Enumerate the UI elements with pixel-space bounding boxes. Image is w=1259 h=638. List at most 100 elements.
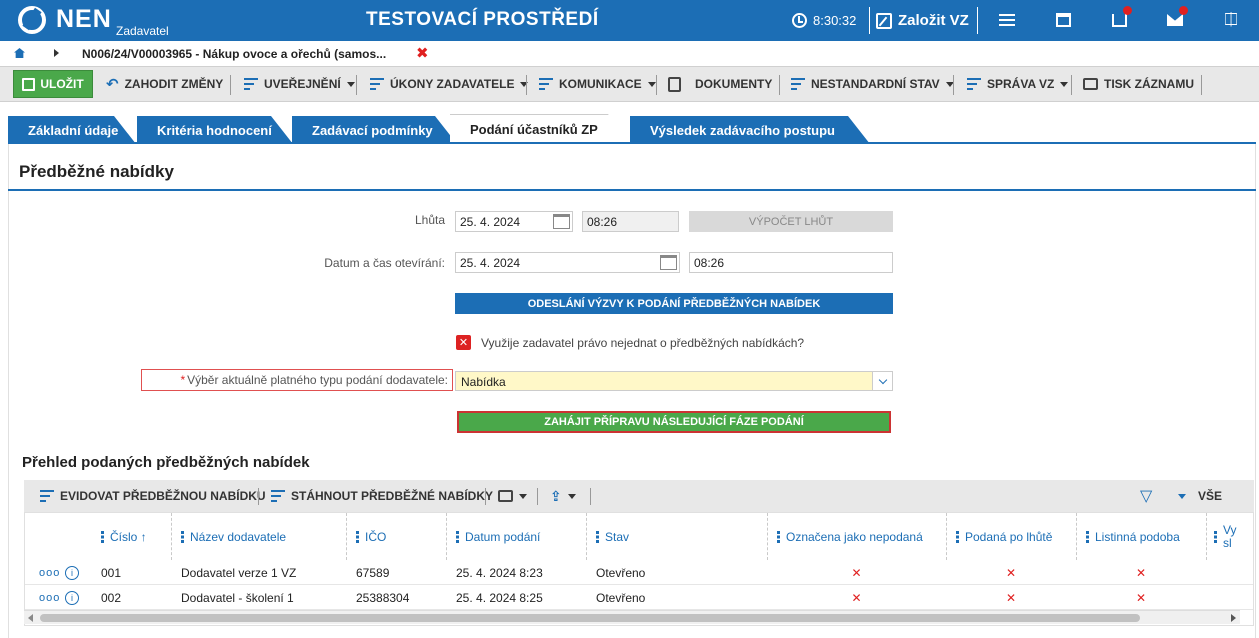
- table-row[interactable]: ooo i 002 Dodavatel - školení 1 25388304…: [25, 586, 1253, 610]
- row-menu-icon[interactable]: ooo: [39, 586, 60, 610]
- tab-participant-submissions[interactable]: Podání účastníků ZP: [450, 114, 630, 144]
- column-header-date[interactable]: Datum podání: [456, 513, 540, 560]
- inbox-icon[interactable]: [1108, 6, 1132, 31]
- create-vz-button[interactable]: Založit VZ: [876, 0, 969, 41]
- column-header-late[interactable]: Podaná po lhůtě: [956, 513, 1052, 560]
- nonstandard-state-menu[interactable]: NESTANDARDNÍ STAV: [791, 70, 954, 98]
- opening-label: Datum a čas otevírání:: [324, 256, 445, 270]
- print-record-button[interactable]: TISK ZÁZNAMU: [1083, 70, 1194, 98]
- toolbar-divider: [953, 75, 954, 95]
- column-divider: [767, 513, 768, 560]
- submission-type-select[interactable]: Nabídka: [455, 371, 893, 391]
- column-divider: [1206, 513, 1207, 560]
- calendar-icon[interactable]: [1052, 9, 1074, 31]
- column-menu-icon[interactable]: [596, 530, 599, 543]
- caret-down-icon: [647, 81, 656, 87]
- download-offers-button[interactable]: STÁHNOUT PŘEDBĚŽNÉ NABÍDKY: [271, 480, 493, 512]
- clock-icon: [792, 13, 807, 28]
- toolbar-divider: [485, 488, 486, 505]
- actions-label: ÚKONY ZADAVATELE: [390, 77, 515, 91]
- cross-icon: ✕: [1005, 566, 1017, 580]
- column-header-state[interactable]: Stav: [596, 513, 629, 560]
- user-icon[interactable]: ⎅: [1220, 9, 1242, 31]
- show-all-label: VŠE: [1198, 489, 1223, 503]
- breadcrumb-title[interactable]: N006/24/V00003965 - Nákup ovoce a ořechů…: [82, 47, 386, 61]
- print-grid-menu[interactable]: [498, 480, 527, 512]
- column-header-number[interactable]: Číslo ↑: [101, 513, 147, 560]
- logo-text[interactable]: NEN: [56, 5, 112, 34]
- horizontal-scrollbar[interactable]: [24, 610, 1240, 624]
- documents-button[interactable]: DOKUMENTY: [668, 70, 772, 98]
- column-header-result[interactable]: Vy sl: [1214, 513, 1253, 560]
- nen-logo-icon[interactable]: [18, 6, 46, 34]
- session-clock: 8:30:32: [792, 0, 856, 41]
- column-header-not-submitted[interactable]: Označena jako nepodaná: [777, 513, 923, 560]
- row-info-button[interactable]: i: [65, 561, 79, 585]
- record-offer-button[interactable]: EVIDOVAT PŘEDBĚŽNOU NABÍDKU: [40, 480, 266, 512]
- calendar-picker-icon[interactable]: [553, 214, 570, 229]
- deadline-label: Lhůta: [414, 213, 445, 227]
- tab-tender-conditions[interactable]: Zadávací podmínky: [292, 116, 457, 144]
- column-header-ico[interactable]: IČO: [356, 513, 386, 560]
- decline-right-checkbox[interactable]: ✕: [456, 335, 471, 350]
- show-all-menu[interactable]: VŠE: [1178, 480, 1222, 512]
- column-menu-icon[interactable]: [1086, 530, 1089, 543]
- opening-time-input[interactable]: 08:26: [689, 252, 893, 273]
- menu-lines-icon: [967, 78, 981, 90]
- tab-bar: Základní údaje Kritéria hodnocení Zadáva…: [0, 102, 1259, 144]
- discard-changes-button[interactable]: ↶ ZAHODIT ZMĚNY: [106, 70, 223, 98]
- scroll-left-icon[interactable]: [28, 614, 33, 622]
- cell-date: 25. 4. 2024 8:23: [456, 566, 543, 580]
- column-header-paper-form[interactable]: Listinná podoba: [1086, 513, 1180, 560]
- column-menu-icon[interactable]: [181, 530, 184, 543]
- toolbar-divider: [656, 75, 657, 95]
- cross-icon: ✕: [1135, 591, 1147, 605]
- chevron-down-icon[interactable]: [872, 372, 892, 390]
- calendar-picker-icon[interactable]: [660, 255, 677, 270]
- column-menu-icon[interactable]: [956, 530, 959, 543]
- tab-evaluation-criteria[interactable]: Kritéria hodnocení: [137, 116, 293, 144]
- info-icon: i: [65, 566, 79, 580]
- row-menu-icon[interactable]: ooo: [39, 561, 60, 585]
- menu-lines-icon: [370, 78, 384, 90]
- close-record-icon[interactable]: ✖: [416, 44, 429, 62]
- home-icon[interactable]: [14, 48, 25, 58]
- tab-procedure-result[interactable]: Výsledek zadávacího postupu: [630, 116, 870, 144]
- scrollbar-thumb[interactable]: [40, 614, 1140, 622]
- cell-date: 25. 4. 2024 8:25: [456, 591, 543, 605]
- vz-management-menu[interactable]: SPRÁVA VZ: [967, 70, 1069, 98]
- save-button[interactable]: ULOŽIT: [13, 70, 93, 98]
- start-next-phase-button[interactable]: ZAHÁJIT PŘÍPRAVU NÁSLEDUJÍCÍ FÁZE PODÁNÍ: [457, 411, 891, 433]
- scroll-right-icon[interactable]: [1231, 614, 1236, 622]
- create-vz-label: Založit VZ: [898, 12, 969, 29]
- column-menu-icon[interactable]: [101, 530, 104, 543]
- cell-state: Otevřeno: [596, 566, 646, 580]
- table-row[interactable]: ooo i 001 Dodavatel verze 1 VZ 67589 25.…: [25, 561, 1253, 585]
- filter-icon[interactable]: ▽: [1140, 480, 1152, 512]
- column-menu-icon[interactable]: [456, 530, 459, 543]
- column-menu-icon[interactable]: [356, 530, 359, 543]
- column-menu-icon[interactable]: [1214, 530, 1217, 543]
- save-label: ULOŽIT: [40, 77, 84, 91]
- publish-menu[interactable]: UVEŘEJNĚNÍ: [244, 70, 355, 98]
- deadline-time-input[interactable]: 08:26: [582, 211, 679, 232]
- send-invitation-button[interactable]: ODESLÁNÍ VÝZVY K PODÁNÍ PŘEDBĚŽNÝCH NABÍ…: [455, 293, 893, 314]
- actions-menu[interactable]: ÚKONY ZADAVATELE: [370, 70, 529, 98]
- cell-number: 002: [101, 591, 122, 605]
- tab-basic-info[interactable]: Základní údaje: [8, 116, 136, 144]
- export-menu[interactable]: ⇪: [550, 480, 576, 512]
- opening-date-input[interactable]: 25. 4. 2024: [455, 252, 680, 273]
- column-menu-icon[interactable]: [777, 530, 780, 543]
- communication-menu[interactable]: KOMUNIKACE: [539, 70, 656, 98]
- column-divider: [446, 513, 447, 560]
- export-icon: ⇪: [550, 487, 562, 504]
- row-info-button[interactable]: i: [65, 586, 79, 610]
- column-header-supplier[interactable]: Název dodavatele: [181, 513, 286, 560]
- toolbar-divider: [258, 488, 259, 505]
- menu-lines-icon: [271, 490, 285, 502]
- mail-icon[interactable]: [1164, 6, 1188, 31]
- cross-icon: ✕: [851, 591, 862, 605]
- calculate-deadlines-button[interactable]: VÝPOČET LHŮT: [689, 211, 893, 232]
- column-divider: [346, 513, 347, 560]
- menu-icon[interactable]: [996, 9, 1018, 31]
